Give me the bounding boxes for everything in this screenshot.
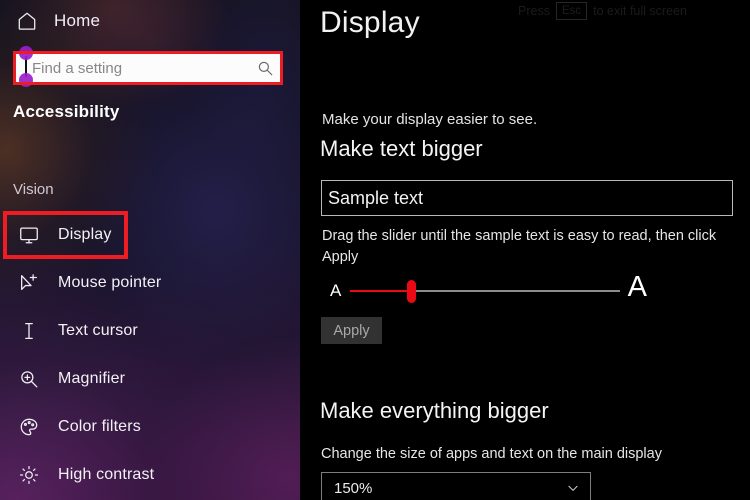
home-nav-button[interactable]: Home [0,5,100,37]
sidebar-item-mouse-pointer[interactable]: Mouse pointer [0,259,300,307]
text-cursor-handle[interactable] [19,46,33,87]
sidebar-item-display[interactable]: Display [0,211,300,259]
scale-dropdown-value: 150% [334,479,373,497]
monitor-icon [18,224,40,246]
sample-text-label: Sample text [328,187,424,208]
page-title: Accessibility [13,102,120,121]
home-label: Home [54,11,101,30]
search-box[interactable] [16,54,280,82]
search-field-container[interactable] [13,46,283,87]
scale-dropdown[interactable]: 150% [321,472,591,500]
sidebar-item-label: High contrast [58,466,155,483]
text-size-slider[interactable]: A A [322,271,647,308]
slider-instructions: Drag the slider until the sample text is… [322,228,717,265]
esc-hint-prefix: Press [518,4,550,19]
esc-key-badge: Esc [555,2,588,21]
navigation-sidebar: Home Accessibility Vision [0,0,300,500]
slider-max-label: A [627,271,647,303]
mouse-pointer-icon [18,272,40,294]
sample-text-preview: Sample text [321,180,733,216]
sidebar-item-high-contrast[interactable]: High contrast [0,451,300,499]
section-heading-make-everything-bigger: Make everything bigger [320,398,549,423]
sidebar-item-magnifier[interactable]: Magnifier [0,355,300,403]
panel-subtitle: Make your display easier to see. [322,111,538,128]
brightness-icon [18,464,40,486]
search-input[interactable] [26,59,256,77]
magnifier-icon [18,368,40,390]
search-icon[interactable] [256,59,274,77]
display-settings-panel: Press Esc to exit full screen Display Ma… [300,0,750,500]
text-cursor-icon [18,320,40,342]
section-heading-make-text-bigger: Make text bigger [320,136,483,161]
chevron-down-icon [566,481,580,495]
color-filters-icon [18,416,40,438]
sidebar-item-label: Magnifier [58,370,126,387]
sidebar-item-text-cursor[interactable]: Text cursor [0,307,300,355]
nav-group-label-vision: Vision [13,181,54,198]
slider-track[interactable] [350,280,620,303]
panel-title: Display [320,6,420,39]
home-icon [16,10,38,32]
sidebar-item-label: Display [58,226,112,243]
apply-button[interactable]: Apply [321,317,382,344]
settings-window: Home Accessibility Vision [0,0,750,500]
sidebar-item-color-filters[interactable]: Color filters [0,403,300,451]
exit-fullscreen-hint: Press Esc to exit full screen [518,2,687,21]
slider-fill [350,290,411,292]
slider-min-label: A [330,281,342,300]
nav-list: Display Mouse pointer Text cursor Magnif… [0,211,300,499]
slider-thumb[interactable] [406,280,416,303]
sidebar-item-label: Color filters [58,418,141,435]
scale-description: Change the size of apps and text on the … [321,446,662,462]
esc-hint-suffix: to exit full screen [593,4,687,19]
sidebar-item-label: Text cursor [58,322,138,339]
sidebar-item-label: Mouse pointer [58,274,162,291]
